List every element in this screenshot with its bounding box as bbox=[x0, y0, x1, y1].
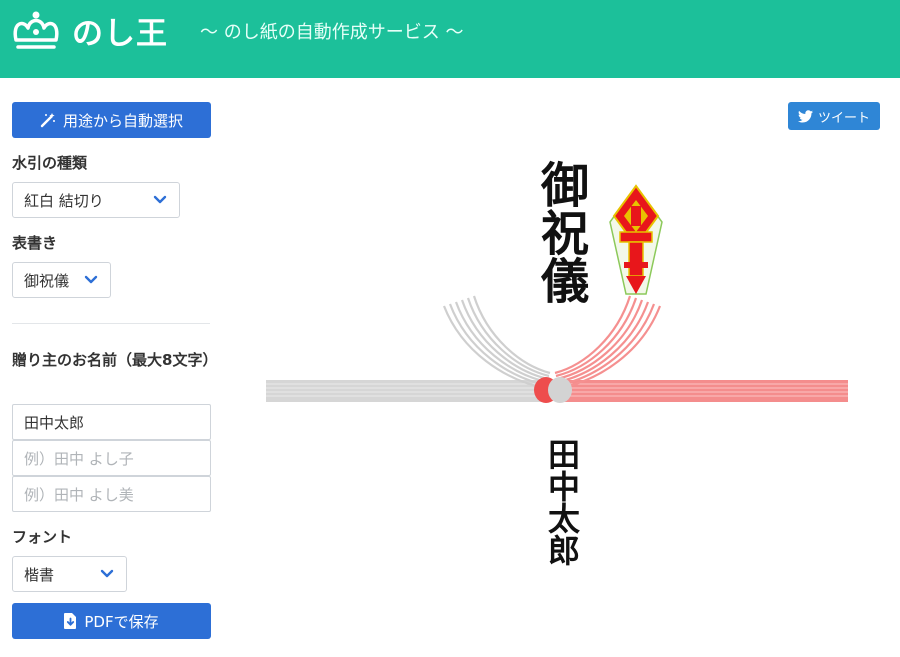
mizuhiki-knot-white bbox=[548, 377, 572, 403]
mizuhiki-red-loop bbox=[554, 295, 662, 390]
mizuhiki-white-loop bbox=[442, 295, 551, 390]
noshi-preview bbox=[266, 184, 848, 403]
mizuhiki-white-band bbox=[266, 380, 544, 402]
noshi-ornament bbox=[609, 184, 663, 295]
omotegaki-text: 御祝儀 bbox=[532, 160, 588, 304]
mizuhiki-red-band bbox=[560, 380, 848, 402]
sender-name-text: 田中太郎 bbox=[543, 438, 581, 566]
